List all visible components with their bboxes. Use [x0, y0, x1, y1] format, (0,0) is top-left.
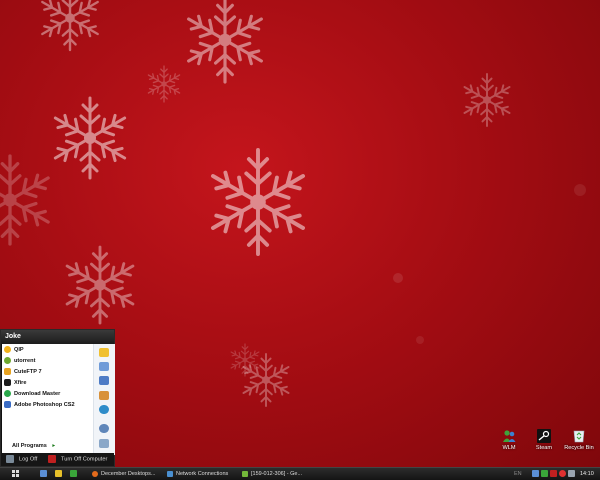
start-menu-footer: Log Off Turn Off Computer — [1, 453, 114, 466]
program-item-photoshop[interactable]: Adobe Photoshop CS2 — [3, 400, 92, 411]
program-item-cuteftp[interactable]: CuteFTP 7 — [3, 367, 92, 378]
start-menu-body: QIP utorrent CuteFTP 7 Xfire Download Ma… — [2, 344, 115, 455]
qip-icon — [4, 346, 11, 354]
start-menu: Joke QIP utorrent CuteFTP 7 Xfire Downlo… — [0, 329, 115, 467]
program-label: Adobe Photoshop CS2 — [14, 402, 75, 408]
search-icon[interactable] — [99, 424, 109, 433]
log-off-button[interactable]: Log Off — [6, 455, 37, 464]
program-label: utorrent — [14, 358, 36, 364]
snowflake — [229, 344, 260, 376]
steam-icon — [537, 429, 551, 443]
arrow-right-icon: ▸ — [52, 443, 56, 449]
run-icon[interactable] — [99, 439, 109, 448]
quicklaunch-media-icon[interactable] — [70, 470, 77, 477]
desktop-icon-label: Steam — [535, 445, 553, 451]
tray-icon[interactable] — [559, 470, 566, 477]
utorrent-icon — [4, 357, 11, 365]
task-button-firefox[interactable]: December Desktops... — [92, 469, 164, 479]
task-label: December Desktops... — [101, 471, 156, 477]
folder-icon[interactable] — [99, 348, 109, 357]
program-item-xfire[interactable]: Xfire — [3, 378, 92, 389]
log-off-icon — [6, 455, 14, 463]
network-icon — [167, 470, 173, 477]
snowflake — [63, 247, 137, 323]
power-icon — [48, 455, 56, 463]
program-item-utorrent[interactable]: utorrent — [3, 356, 92, 367]
task-label: Network Connections — [176, 471, 229, 477]
wlm-icon — [502, 429, 516, 443]
turn-off-button[interactable]: Turn Off Computer — [48, 455, 107, 464]
snowflake — [462, 74, 513, 126]
xfire-icon — [4, 379, 11, 387]
clock[interactable]: 14:10 — [580, 469, 594, 479]
snowflake — [51, 98, 129, 178]
desktop-icon-label: Recycle Bin — [564, 445, 594, 451]
snowflake — [39, 0, 102, 50]
program-label: CuteFTP 7 — [14, 369, 42, 375]
program-label: QIP — [14, 347, 24, 353]
all-programs-label: All Programs — [12, 443, 47, 449]
start-button[interactable] — [12, 469, 22, 479]
task-button-network[interactable]: Network Connections — [167, 469, 239, 479]
tray-icon[interactable] — [532, 470, 539, 477]
tray-icon[interactable] — [550, 470, 557, 477]
quicklaunch-desktop-icon[interactable] — [40, 470, 47, 477]
desktop-icon-label: WLM — [502, 445, 516, 451]
task-label: [159-012-306] - Ge... — [251, 471, 303, 477]
internet-icon[interactable] — [99, 405, 109, 414]
desktop-icon-steam[interactable]: Steam — [529, 429, 559, 451]
tray-icon[interactable] — [541, 470, 548, 477]
snowflake — [146, 66, 181, 102]
all-programs-button[interactable]: All Programs ▸ — [12, 443, 55, 449]
pictures-icon[interactable] — [99, 391, 109, 400]
cuteftp-icon — [4, 368, 11, 376]
program-label: Download Master — [14, 391, 61, 397]
document-icon[interactable] — [99, 376, 109, 385]
firefox-icon — [92, 470, 98, 477]
app-icon — [242, 470, 248, 477]
start-menu-programs: QIP utorrent CuteFTP 7 Xfire Download Ma… — [2, 344, 93, 455]
program-item-download-master[interactable]: Download Master — [3, 389, 92, 400]
photoshop-icon — [4, 401, 11, 409]
program-label: Xfire — [14, 380, 27, 386]
quicklaunch-star-icon[interactable] — [55, 470, 62, 477]
log-off-label: Log Off — [19, 456, 38, 463]
program-item-qip[interactable]: QIP — [3, 345, 92, 356]
recycle-bin-icon — [572, 429, 586, 443]
snowflake — [184, 0, 266, 82]
snowflake — [207, 150, 309, 254]
desktop-icon-recycle-bin[interactable]: Recycle Bin — [564, 429, 594, 451]
start-menu-places — [93, 344, 115, 455]
desktop-icon-wlm[interactable]: WLM — [494, 429, 524, 451]
snowflake — [0, 156, 53, 244]
language-indicator[interactable]: EN — [514, 469, 522, 479]
computer-icon[interactable] — [99, 362, 109, 371]
tray-icon[interactable] — [568, 470, 575, 477]
download-master-icon — [4, 390, 11, 398]
task-button-app[interactable]: [159-012-306] - Ge... — [242, 469, 314, 479]
start-menu-user-name: Joke — [1, 330, 114, 344]
windows-logo-icon — [12, 470, 19, 478]
turn-off-label: Turn Off Computer — [61, 456, 108, 463]
taskbar: December Desktops... Network Connections… — [0, 467, 600, 480]
